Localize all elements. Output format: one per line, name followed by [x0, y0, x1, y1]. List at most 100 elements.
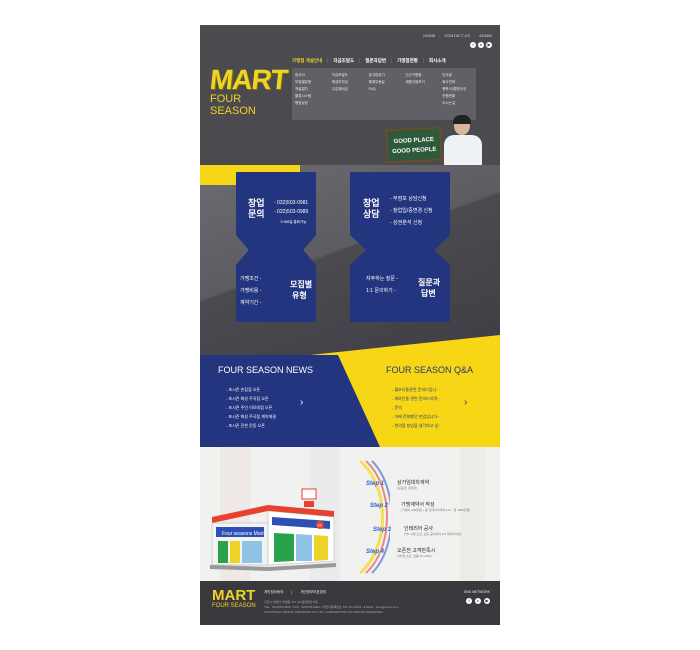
nav-stores[interactable]: 가맹점현황	[397, 58, 418, 64]
card-title-1: 창업	[363, 198, 380, 208]
mega-item[interactable]: 자금조달도	[332, 72, 363, 79]
step-label: Step 1	[366, 481, 385, 487]
mega-item[interactable]: 수입채비금	[332, 86, 363, 93]
main-nav: 가맹점 개설안내 | 자금조달도 | 질문과답변 | 가맹점현황 | 회사소개	[292, 58, 446, 64]
youtube-icon[interactable]: ▶	[484, 598, 490, 604]
social-links: f b ▶	[470, 42, 492, 48]
store-sign: Four seasons Mart	[222, 531, 264, 537]
footer-info: 인천시 부평구 부평동 417-16 동양빌딩 5층 TEL : 032)503…	[264, 600, 398, 615]
separator: |	[327, 58, 329, 63]
store-24-badge: 24	[318, 524, 322, 528]
person-body	[444, 135, 482, 165]
separator: |	[439, 33, 441, 38]
mega-item[interactable]: 인원현황	[442, 93, 473, 100]
qa-item[interactable]: - 체와인통 관련 문의드리며~	[392, 394, 441, 403]
consult-item[interactable]: - 상권분석 신청	[390, 219, 422, 228]
mega-item[interactable]: 회사연혁	[442, 79, 473, 86]
news-item[interactable]: - 포시즌 주인 이모데점 오픈	[226, 403, 276, 412]
qa-item[interactable]: - 문의	[392, 403, 441, 412]
news-title[interactable]: FOUR SEASON NEWS	[218, 365, 313, 375]
blog-icon[interactable]: b	[478, 42, 484, 48]
separator: |	[422, 58, 425, 63]
footer: MART FOUR SEASON 개인정보동의 | 개인정보보호방침 인천시 부…	[200, 581, 500, 625]
logo-mart: MART	[208, 64, 289, 95]
mega-menu: 창사CI 모집별유형 개설절차 물류시스템 행정상담 자금조달도 체성부자금 수…	[292, 68, 476, 120]
phone-1[interactable]: - 032)503-0981	[274, 199, 308, 208]
news-arrow-icon[interactable]: ›	[300, 397, 303, 408]
person-illustration	[438, 115, 490, 165]
step-label: Step 2	[370, 503, 389, 509]
qna-title-2: 답변	[421, 289, 436, 298]
qa-title[interactable]: FOUR SEASON Q&A	[386, 365, 473, 375]
facebook-icon[interactable]: f	[470, 42, 476, 48]
mega-col-2: 자금조달도 체성부자금 수입채비금	[329, 68, 366, 120]
qa-arrow-icon[interactable]: ›	[464, 397, 467, 408]
news-qa-section: FOUR SEASON NEWS - 포시즌 손짐점 오픈 - 포시즌 화성 주…	[200, 355, 500, 447]
news-item[interactable]: - 포시즌 화성 주곡점 오픈	[226, 394, 276, 403]
mega-item[interactable]: 행정상담	[295, 100, 326, 107]
card-title-2: 상담	[363, 209, 380, 219]
startup-inquiry-card[interactable]: 창업 문의 - 032)503-0981 - 032)503-0989 ※365…	[236, 172, 316, 322]
top-nav-contact[interactable]: CONTACT US	[444, 33, 470, 38]
good-place-billboard: GOOD PLACE GOOD PEOPLE	[385, 126, 443, 164]
footer-logo-sub: FOUR SEASON	[212, 603, 256, 609]
step-sub: (약7~9일 소요, 남은 공사비의 1/2 게이지야만)	[404, 532, 462, 536]
mega-item[interactable]: 물류시스템	[295, 93, 326, 100]
youtube-icon[interactable]: ▶	[486, 42, 492, 48]
qa-item[interactable]: - 현의점 창업을 생각하고 있~	[392, 421, 441, 430]
step-title: 가맹계약서 작성	[401, 502, 435, 508]
mega-item[interactable]: 창사CI	[295, 72, 326, 79]
phone-2[interactable]: - 032)503-0989	[274, 208, 308, 217]
mega-item[interactable]: 공고업취기	[369, 72, 400, 79]
nav-company[interactable]: 회사소개	[429, 58, 446, 64]
news-item[interactable]: - 포시즌 손짐점 오픈	[226, 385, 276, 394]
mega-item[interactable]: 모집별유형	[295, 79, 326, 86]
top-nav-admin[interactable]: ADMIN	[479, 33, 492, 38]
mega-item[interactable]: 좋례무동값	[369, 79, 400, 86]
mega-item[interactable]: FAQ	[369, 86, 400, 93]
footer-link-privacy[interactable]: 개인정보보호방침	[300, 590, 326, 595]
blog-icon[interactable]: b	[475, 598, 481, 604]
step-arcs	[359, 459, 390, 575]
billboard-line-2: GOOD PEOPLE	[392, 146, 437, 156]
consult-item[interactable]: - 창업입/중변경 신청	[390, 207, 433, 216]
qa-item[interactable]: - 월포유통관련 문의드립니~	[392, 385, 441, 394]
mega-item[interactable]: 제품관점포기	[405, 79, 436, 86]
nav-qna[interactable]: 질문과답변	[365, 58, 386, 64]
mega-item[interactable]: 인사말	[442, 72, 473, 79]
mega-item[interactable]: 체성부자금	[332, 79, 363, 86]
mega-col-4: 신규가맹점 제품관점포기	[402, 68, 439, 120]
mega-item[interactable]: 행복식/결방안내	[442, 86, 473, 93]
mega-col-3: 공고업취기 좋례무동값 FAQ	[366, 68, 403, 120]
card-item[interactable]: 가맹비용 -	[240, 287, 261, 296]
footer-logo[interactable]: MART FOUR SEASON	[212, 588, 256, 609]
qa-item[interactable]: - 어제 전화했던 만업입니다~	[392, 412, 441, 421]
inquiry-link[interactable]: 1:1 문의하기 -	[366, 287, 396, 296]
footer-link-consent[interactable]: 개인정보동의	[264, 590, 283, 595]
facebook-icon[interactable]: f	[466, 598, 472, 604]
step-sub: (가맹비 300만원 + 총 인테리어비의 1/2 ~ 영 1800만원)	[401, 508, 471, 512]
franchise-steps-section: Four seasons Mart 24 Step 1 상가임대차계약 (보증금…	[200, 447, 500, 581]
step-sub: (약7일 소요, 상품 10~15%)	[397, 554, 432, 558]
recruit-type-2: 유형	[292, 291, 307, 300]
step-label: Step 4	[366, 549, 385, 555]
mega-item[interactable]: 개설절차	[295, 86, 326, 93]
top-nav-home[interactable]: HOME	[423, 33, 435, 38]
mega-item[interactable]: 신규가맹점	[405, 72, 436, 79]
consult-item[interactable]: - 무점포 상담신청	[390, 195, 427, 204]
news-item[interactable]: - 포시즌 화성 주곡점 계약체결	[226, 412, 276, 421]
startup-consult-card[interactable]: 창업 상담 - 무점포 상담신청 - 창업입/중변경 신청 - 상권분석 신청 …	[350, 172, 450, 322]
recruit-type-1: 모집별	[290, 280, 313, 289]
card-item[interactable]: 가맹조건 -	[240, 275, 261, 284]
card-title-2: 문의	[248, 209, 265, 219]
faq-link[interactable]: 자주하는 질문 -	[366, 275, 398, 284]
card-item[interactable]: 계약기간 -	[240, 299, 261, 308]
separator: |	[291, 590, 293, 594]
nav-funding[interactable]: 자금조달도	[333, 58, 354, 64]
mega-col-1: 창사CI 모집별유형 개설절차 물류시스템 행정상담	[292, 68, 329, 120]
mega-item[interactable]: 오시는길	[442, 100, 473, 107]
step-title: 상가임대차계약	[397, 480, 430, 486]
news-item[interactable]: - 포시즌 진천 운동 오픈	[226, 421, 276, 430]
site-logo[interactable]: MART FOUR SEASON	[208, 64, 290, 117]
nav-franchise[interactable]: 가맹점 개설안내	[292, 58, 322, 64]
